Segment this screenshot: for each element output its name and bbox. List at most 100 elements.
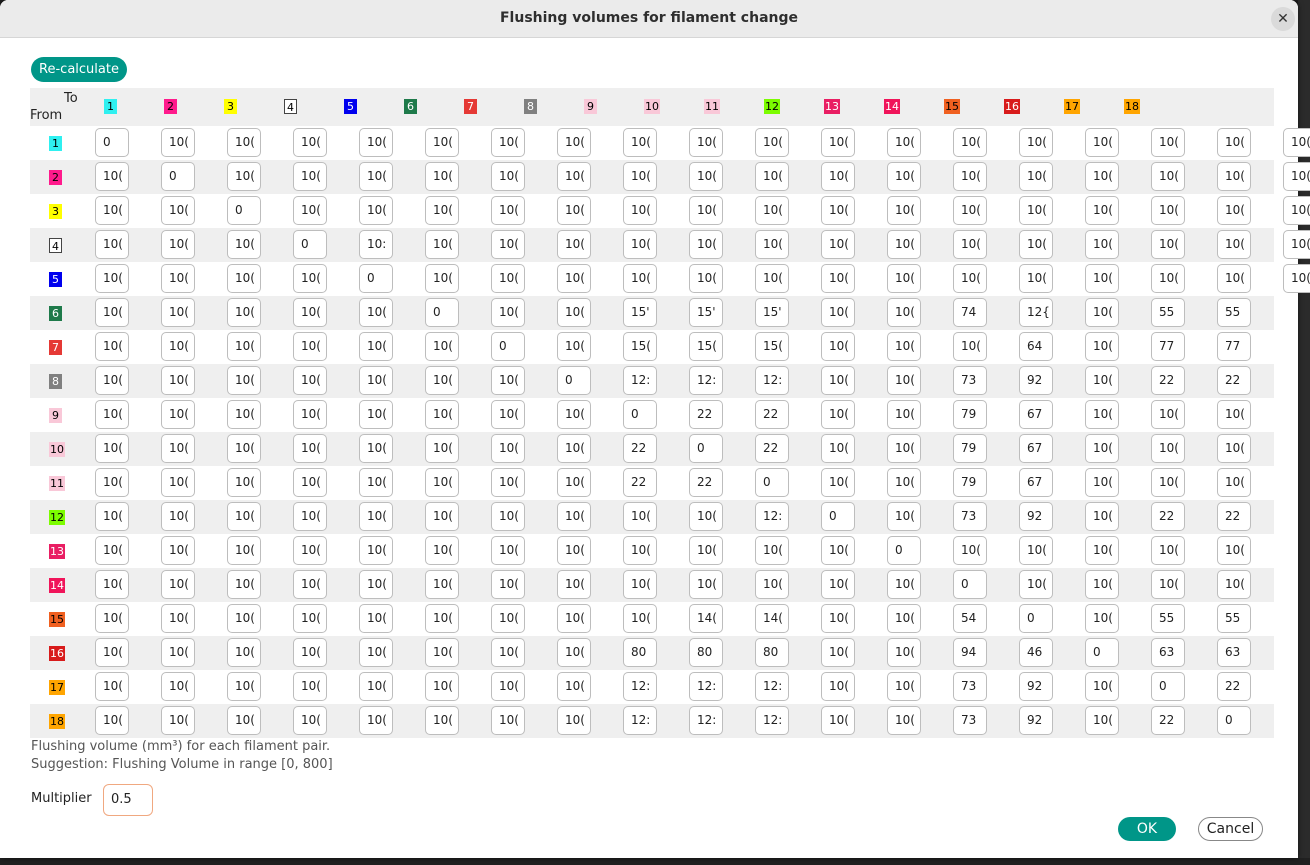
flush-volume-input[interactable]: 73 (953, 672, 987, 701)
flush-volume-input[interactable]: 10( (425, 672, 459, 701)
flush-volume-input[interactable]: 10( (623, 536, 657, 565)
flush-volume-input[interactable]: 10( (887, 230, 921, 259)
flush-volume-input[interactable]: 10( (425, 162, 459, 191)
flush-volume-input[interactable]: 10( (491, 128, 525, 157)
flush-volume-input[interactable]: 10( (491, 196, 525, 225)
flush-volume-input[interactable]: 10( (1217, 264, 1251, 293)
flush-volume-input[interactable]: 10( (491, 570, 525, 599)
flush-volume-input[interactable]: 10( (227, 536, 261, 565)
flush-volume-input[interactable]: 10( (359, 162, 393, 191)
flush-volume-input[interactable]: 10( (491, 264, 525, 293)
flush-volume-input[interactable]: 10( (95, 468, 129, 497)
flush-volume-input[interactable]: 10( (1151, 570, 1185, 599)
flush-volume-input[interactable]: 0 (755, 468, 789, 497)
flush-volume-input[interactable]: 10( (887, 706, 921, 735)
flush-volume-input[interactable]: 73 (953, 706, 987, 735)
flush-volume-input[interactable]: 10( (227, 434, 261, 463)
flush-volume-input[interactable]: 10( (491, 230, 525, 259)
flush-volume-input[interactable]: 10( (161, 706, 195, 735)
flush-volume-input[interactable]: 15( (689, 332, 723, 361)
flush-volume-input[interactable]: 10( (95, 298, 129, 327)
flush-volume-input[interactable]: 10( (95, 638, 129, 667)
flush-volume-input[interactable]: 10( (491, 366, 525, 395)
flush-volume-input[interactable]: 10( (755, 570, 789, 599)
flush-volume-input[interactable]: 0 (293, 230, 327, 259)
flush-volume-input[interactable]: 10( (293, 196, 327, 225)
flush-volume-input[interactable]: 10( (821, 570, 855, 599)
flush-volume-input[interactable]: 10( (1283, 230, 1310, 259)
flush-volume-input[interactable]: 80 (623, 638, 657, 667)
flush-volume-input[interactable]: 22 (689, 400, 723, 429)
flush-volume-input[interactable]: 10( (1085, 400, 1119, 429)
flush-volume-input[interactable]: 92 (1019, 366, 1053, 395)
flush-volume-input[interactable]: 10( (1151, 230, 1185, 259)
flush-volume-input[interactable]: 10( (359, 468, 393, 497)
flush-volume-input[interactable]: 12: (755, 706, 789, 735)
flush-volume-input[interactable]: 73 (953, 366, 987, 395)
flush-volume-input[interactable]: 10( (161, 502, 195, 531)
flush-volume-input[interactable]: 10( (491, 536, 525, 565)
flush-volume-input[interactable]: 14( (689, 604, 723, 633)
flush-volume-input[interactable]: 12: (689, 706, 723, 735)
flush-volume-input[interactable]: 0 (623, 400, 657, 429)
flush-volume-input[interactable]: 10( (491, 672, 525, 701)
flush-volume-input[interactable]: 10( (359, 332, 393, 361)
flush-volume-input[interactable]: 10( (1085, 604, 1119, 633)
flush-volume-input[interactable]: 10( (161, 230, 195, 259)
flush-volume-input[interactable]: 10( (953, 332, 987, 361)
flush-volume-input[interactable]: 10( (95, 400, 129, 429)
flush-volume-input[interactable]: 92 (1019, 706, 1053, 735)
flush-volume-input[interactable]: 22 (755, 434, 789, 463)
flush-volume-input[interactable]: 22 (1151, 366, 1185, 395)
flush-volume-input[interactable]: 63 (1217, 638, 1251, 667)
flush-volume-input[interactable]: 15' (623, 298, 657, 327)
flush-volume-input[interactable]: 10( (557, 332, 591, 361)
flush-volume-input[interactable]: 67 (1019, 468, 1053, 497)
flush-volume-input[interactable]: 10( (227, 332, 261, 361)
flush-volume-input[interactable]: 10( (227, 604, 261, 633)
recalculate-button[interactable]: Re-calculate (31, 57, 127, 82)
flush-volume-input[interactable]: 22 (689, 468, 723, 497)
flush-volume-input[interactable]: 22 (623, 468, 657, 497)
flush-volume-input[interactable]: 10( (623, 162, 657, 191)
flush-volume-input[interactable]: 10( (491, 400, 525, 429)
flush-volume-input[interactable]: 0 (1217, 706, 1251, 735)
flush-volume-input[interactable]: 10( (293, 672, 327, 701)
flush-volume-input[interactable]: 10( (161, 400, 195, 429)
flush-volume-input[interactable]: 77 (1151, 332, 1185, 361)
flush-volume-input[interactable]: 22 (1217, 366, 1251, 395)
flush-volume-input[interactable]: 10( (821, 638, 855, 667)
flush-volume-input[interactable]: 10( (821, 468, 855, 497)
flush-volume-input[interactable]: 10( (161, 332, 195, 361)
flush-volume-input[interactable]: 10( (821, 672, 855, 701)
flush-volume-input[interactable]: 10( (359, 128, 393, 157)
flush-volume-input[interactable]: 10( (755, 264, 789, 293)
flush-volume-input[interactable]: 10( (887, 570, 921, 599)
flush-volume-input[interactable]: 10( (557, 230, 591, 259)
flush-volume-input[interactable]: 10( (557, 298, 591, 327)
flush-volume-input[interactable]: 10( (293, 468, 327, 497)
flush-volume-input[interactable]: 10( (887, 400, 921, 429)
flush-volume-input[interactable]: 10( (293, 502, 327, 531)
flush-volume-input[interactable]: 10( (293, 604, 327, 633)
flush-volume-input[interactable]: 10( (557, 536, 591, 565)
flush-volume-input[interactable]: 67 (1019, 434, 1053, 463)
flush-volume-input[interactable]: 0 (491, 332, 525, 361)
flush-volume-input[interactable]: 10( (491, 468, 525, 497)
flush-volume-input[interactable]: 10( (161, 196, 195, 225)
flush-volume-input[interactable]: 10( (689, 570, 723, 599)
flush-volume-input[interactable]: 10( (557, 434, 591, 463)
flush-volume-input[interactable]: 10( (557, 128, 591, 157)
flush-volume-input[interactable]: 10( (1217, 230, 1251, 259)
flush-volume-input[interactable]: 10( (227, 570, 261, 599)
flush-volume-input[interactable]: 10( (623, 196, 657, 225)
flush-volume-input[interactable]: 10( (1085, 570, 1119, 599)
flush-volume-input[interactable]: 10( (95, 604, 129, 633)
flush-volume-input[interactable]: 10( (1217, 400, 1251, 429)
flush-volume-input[interactable]: 22 (1151, 502, 1185, 531)
flush-volume-input[interactable]: 10( (1019, 264, 1053, 293)
flush-volume-input[interactable]: 10( (1085, 434, 1119, 463)
flush-volume-input[interactable]: 10( (1085, 162, 1119, 191)
flush-volume-input[interactable]: 10( (227, 264, 261, 293)
flush-volume-input[interactable]: 67 (1019, 400, 1053, 429)
